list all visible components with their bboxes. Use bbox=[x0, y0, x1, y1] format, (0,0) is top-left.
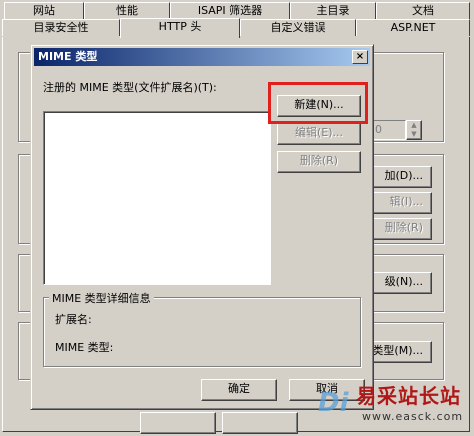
dialog-title: MIME 类型 bbox=[38, 50, 98, 63]
new-button-highlight bbox=[268, 82, 368, 124]
watermark-logo: Di bbox=[318, 388, 349, 418]
mime-types-list[interactable] bbox=[43, 111, 271, 285]
mime-type-label: MIME 类型: bbox=[55, 341, 114, 354]
extension-label: 扩展名: bbox=[55, 313, 92, 326]
delete-button[interactable]: 删除(R) bbox=[277, 151, 361, 173]
bg-bottom-button-1[interactable] bbox=[140, 412, 216, 434]
tab-performance[interactable]: 性能 bbox=[84, 2, 170, 19]
dialog-titlebar: MIME 类型 × bbox=[34, 48, 370, 66]
bg-bottom-button-2[interactable] bbox=[222, 412, 298, 434]
close-icon[interactable]: × bbox=[352, 50, 368, 64]
tab-documents[interactable]: 文档 bbox=[376, 2, 470, 19]
edit-button[interactable]: 编辑(E)... bbox=[277, 123, 361, 145]
tab-custom-errors[interactable]: 自定义错误 bbox=[240, 19, 356, 36]
registered-types-label: 注册的 MIME 类型(文件扩展名)(T): bbox=[43, 81, 217, 94]
bg-spinner-field[interactable]: 0 bbox=[370, 120, 406, 140]
mime-details-group-title: MIME 类型详细信息 bbox=[49, 290, 154, 306]
bg-spinner-arrows[interactable]: ▲ ▼ bbox=[406, 120, 422, 140]
watermark-cn-text: 易采站长站 bbox=[356, 384, 461, 408]
tab-directory-security[interactable]: 目录安全性 bbox=[2, 19, 120, 36]
tab-home-directory[interactable]: 主目录 bbox=[290, 2, 376, 19]
ok-button[interactable]: 确定 bbox=[201, 379, 277, 401]
mime-details-groupbox bbox=[43, 297, 361, 367]
tab-http-headers[interactable]: HTTP 头 bbox=[120, 18, 240, 38]
tab-website[interactable]: 网站 bbox=[4, 2, 84, 19]
watermark-url: www.easck.com bbox=[362, 410, 464, 423]
tab-aspnet[interactable]: ASP.NET bbox=[356, 19, 470, 36]
tab-isapi-filters[interactable]: ISAPI 筛选器 bbox=[170, 2, 290, 19]
